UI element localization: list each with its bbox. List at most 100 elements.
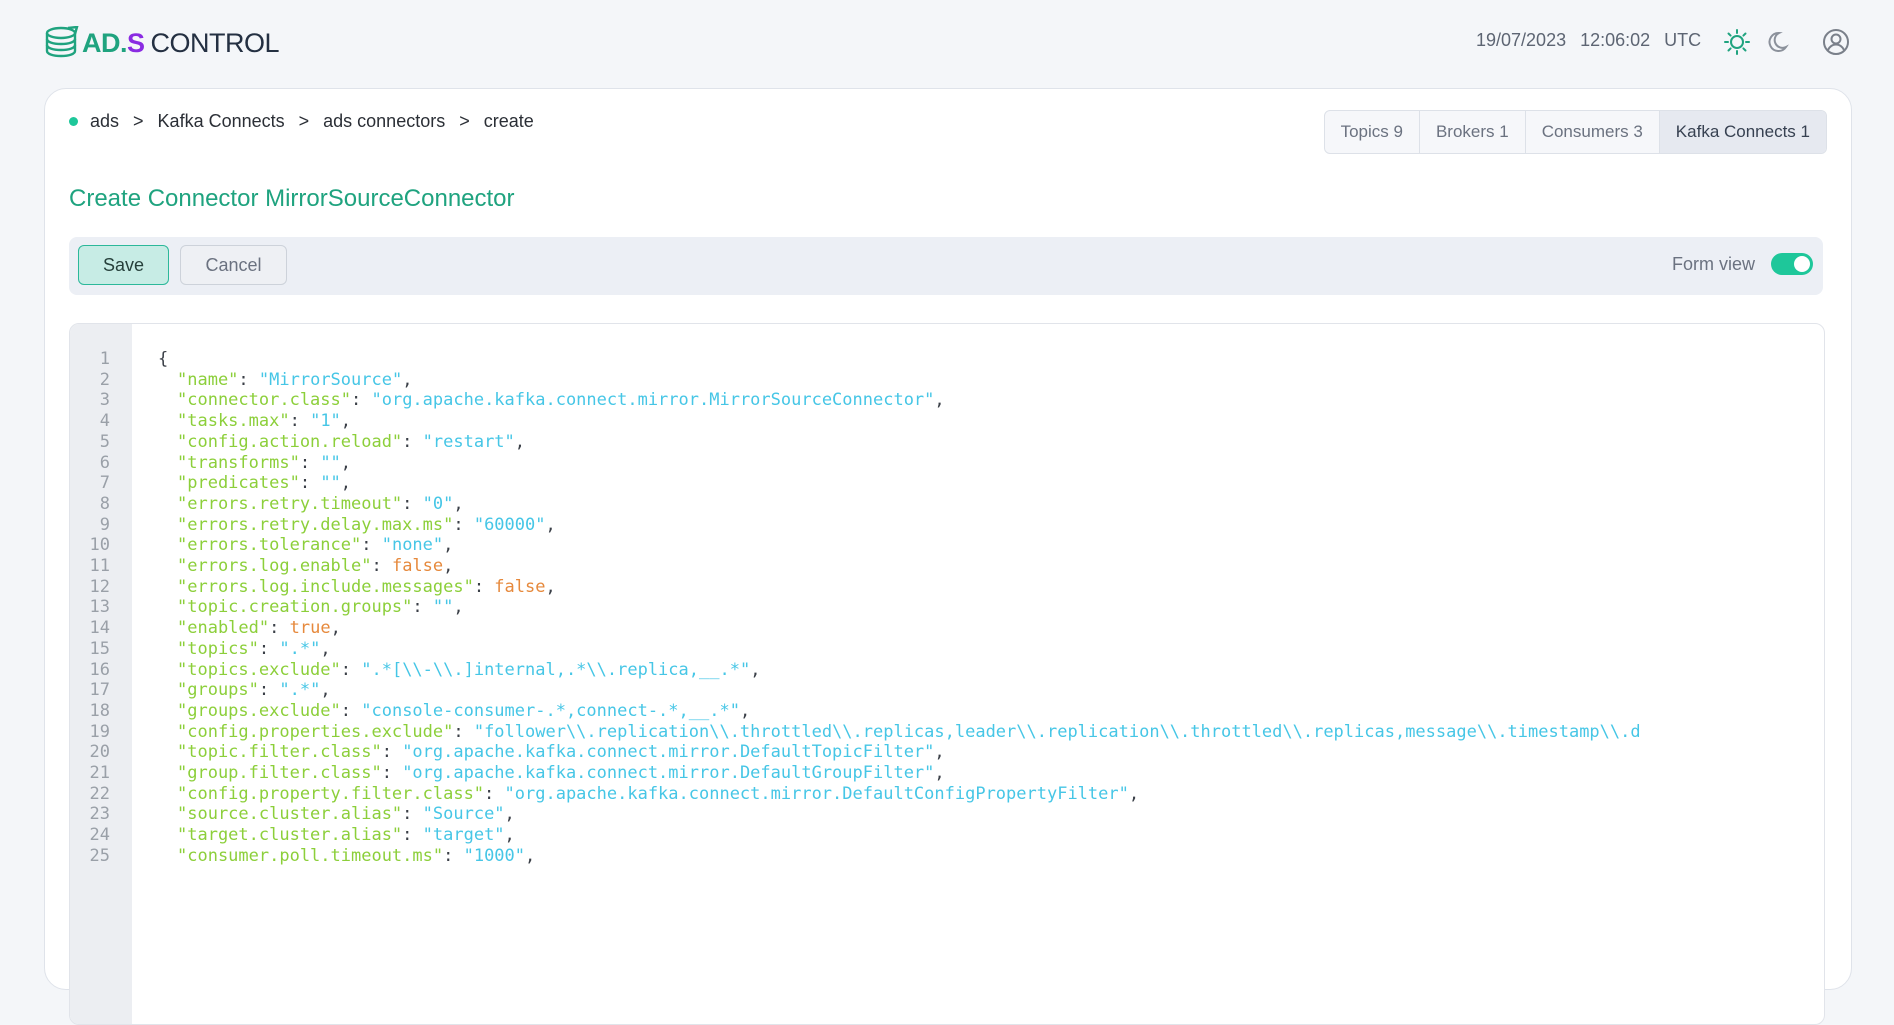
- json-comma: ,: [514, 431, 526, 452]
- json-value: "org.apache.kafka.connect.mirror.Default…: [402, 763, 935, 783]
- json-value: "1000": [463, 845, 526, 866]
- json-key: "config.properties.exclude": [177, 721, 454, 742]
- json-value: ".*": [279, 680, 321, 701]
- json-comma: ,: [934, 763, 945, 783]
- json-key: "topics.exclude": [177, 659, 341, 680]
- tab-topics[interactable]: Topics 9: [1325, 111, 1420, 153]
- json-key: "errors.tolerance": [177, 535, 362, 556]
- moon-icon: [1768, 31, 1789, 52]
- cluster-status-dot: [69, 117, 78, 126]
- json-key: "source.cluster.alias": [177, 804, 403, 825]
- json-key: "group.filter.class": [177, 763, 382, 783]
- dark-theme-button[interactable]: [1763, 28, 1791, 56]
- breadcrumb-separator: >: [459, 111, 470, 131]
- breadcrumb-current: create: [483, 111, 534, 131]
- clock-date: 19/07/2023: [1476, 30, 1567, 50]
- json-comma: ,: [453, 493, 464, 514]
- json-colon: :: [269, 618, 290, 639]
- json-comma: ,: [750, 659, 761, 680]
- json-colon: :: [412, 597, 433, 618]
- json-key: "errors.retry.timeout": [177, 493, 403, 514]
- breadcrumb-connect-cluster[interactable]: ads connectors: [323, 111, 445, 132]
- json-value: false: [391, 556, 444, 576]
- user-account-button[interactable]: [1822, 28, 1850, 56]
- json-comma: ,: [739, 700, 751, 721]
- json-key: "topic.filter.class": [177, 742, 382, 763]
- json-colon: :: [258, 638, 280, 659]
- json-value: "none": [381, 535, 444, 556]
- json-colon: :: [361, 535, 382, 556]
- json-key: "target.cluster.alias": [177, 825, 403, 846]
- json-value: "1": [310, 411, 341, 432]
- json-comma: ,: [525, 845, 536, 866]
- json-value: "org.apache.kafka.connect.mirror.Default…: [402, 742, 935, 763]
- json-colon: :: [238, 369, 259, 390]
- json-key: "errors.log.include.messages": [177, 576, 474, 597]
- json-comma: ,: [545, 514, 556, 535]
- line-number: 25: [89, 845, 110, 866]
- json-key: "consumer.poll.timeout.ms": [177, 845, 444, 866]
- tab-consumers[interactable]: Consumers 3: [1526, 111, 1660, 153]
- json-colon: :: [402, 825, 423, 846]
- breadcrumb-separator: >: [298, 111, 310, 131]
- json-key: "enabled": [177, 618, 270, 639]
- save-button[interactable]: Save: [78, 245, 169, 285]
- json-colon: :: [473, 576, 495, 597]
- json-value: "restart": [422, 431, 515, 452]
- json-colon: :: [381, 763, 403, 783]
- breadcrumb-kafka-connects[interactable]: Kafka Connects: [158, 111, 285, 132]
- json-value: "0": [422, 493, 454, 514]
- json-comma: ,: [453, 597, 464, 618]
- json-colon: :: [484, 783, 505, 804]
- json-value: "": [320, 473, 341, 494]
- json-comma: ,: [934, 742, 945, 763]
- cancel-button[interactable]: Cancel: [180, 245, 287, 285]
- editor-toolbar: Save Cancel Form view: [69, 237, 1823, 295]
- breadcrumb-cluster[interactable]: ads: [90, 111, 119, 132]
- json-comma: ,: [545, 576, 556, 597]
- json-value: ".*": [279, 638, 321, 659]
- json-brace: {: [158, 349, 169, 369]
- breadcrumb-separator: >: [133, 111, 144, 131]
- json-key: "transforms": [177, 452, 300, 473]
- clock: 19/07/2023 12:06:02 UTC: [1476, 30, 1701, 51]
- code-area[interactable]: {"name": "MirrorSource", "connector.class…: [132, 324, 1794, 1024]
- cluster-tabs: Topics 9 Brokers 1 Consumers 3 Kafka Con…: [1323, 110, 1827, 154]
- json-key: "connector.class": [177, 390, 351, 411]
- json-comma: ,: [443, 556, 454, 576]
- json-colon: :: [402, 804, 423, 825]
- json-comma: ,: [340, 411, 352, 432]
- top-bar: AD.S CONTROL 19/07/2023 12:06:02 UTC: [0, 0, 1894, 88]
- json-colon: :: [443, 845, 464, 866]
- json-key: "tasks.max": [177, 411, 290, 432]
- code-line: {: [158, 347, 168, 372]
- json-value: "org.apache.kafka.connect.mirror.Default…: [504, 783, 1129, 804]
- json-comma: ,: [340, 452, 352, 473]
- light-theme-button[interactable]: [1723, 28, 1751, 56]
- main-card: ads > Kafka Connects > ads connectors > …: [44, 88, 1852, 1025]
- json-value: "console-consumer-.*,connect-.*,__.*": [361, 700, 740, 721]
- clock-time: 12:06:02: [1580, 30, 1651, 50]
- json-value: "": [432, 597, 454, 618]
- json-value: "follower\\.replication\\.throttled\\.re…: [473, 721, 1641, 742]
- json-key: "predicates": [177, 473, 300, 494]
- tab-brokers[interactable]: Brokers 1: [1420, 111, 1526, 153]
- json-colon: :: [258, 680, 280, 701]
- json-value: false: [494, 576, 546, 597]
- json-key: "groups.exclude": [177, 700, 341, 721]
- tab-kafka-connects[interactable]: Kafka Connects 1: [1659, 111, 1826, 153]
- json-editor[interactable]: 1 2 3 4 5 6 7 8 9 10 11 12 13 14 15 16 17 18 19 20 21 22 23 24 2…: [69, 323, 1825, 1025]
- json-comma: ,: [1128, 783, 1140, 804]
- user-avatar-icon: [1823, 29, 1849, 55]
- toggle-knob: [1794, 256, 1810, 272]
- json-value: "MirrorSource": [258, 369, 403, 390]
- json-comma: ,: [504, 804, 515, 825]
- json-comma: ,: [443, 535, 454, 556]
- json-value: true: [289, 618, 331, 639]
- form-view-toggle[interactable]: [1771, 253, 1813, 275]
- json-key: "name": [177, 369, 239, 390]
- page-title: Create Connector MirrorSourceConnector: [69, 185, 515, 212]
- line-number-gutter: 1 2 3 4 5 6 7 8 9 10 11 12 13 14 15 16 17 18 19 20 21 22 23 24 2…: [70, 324, 132, 1024]
- app-logo[interactable]: AD.S CONTROL: [44, 26, 280, 60]
- logo-text: AD.S CONTROL: [82, 27, 280, 58]
